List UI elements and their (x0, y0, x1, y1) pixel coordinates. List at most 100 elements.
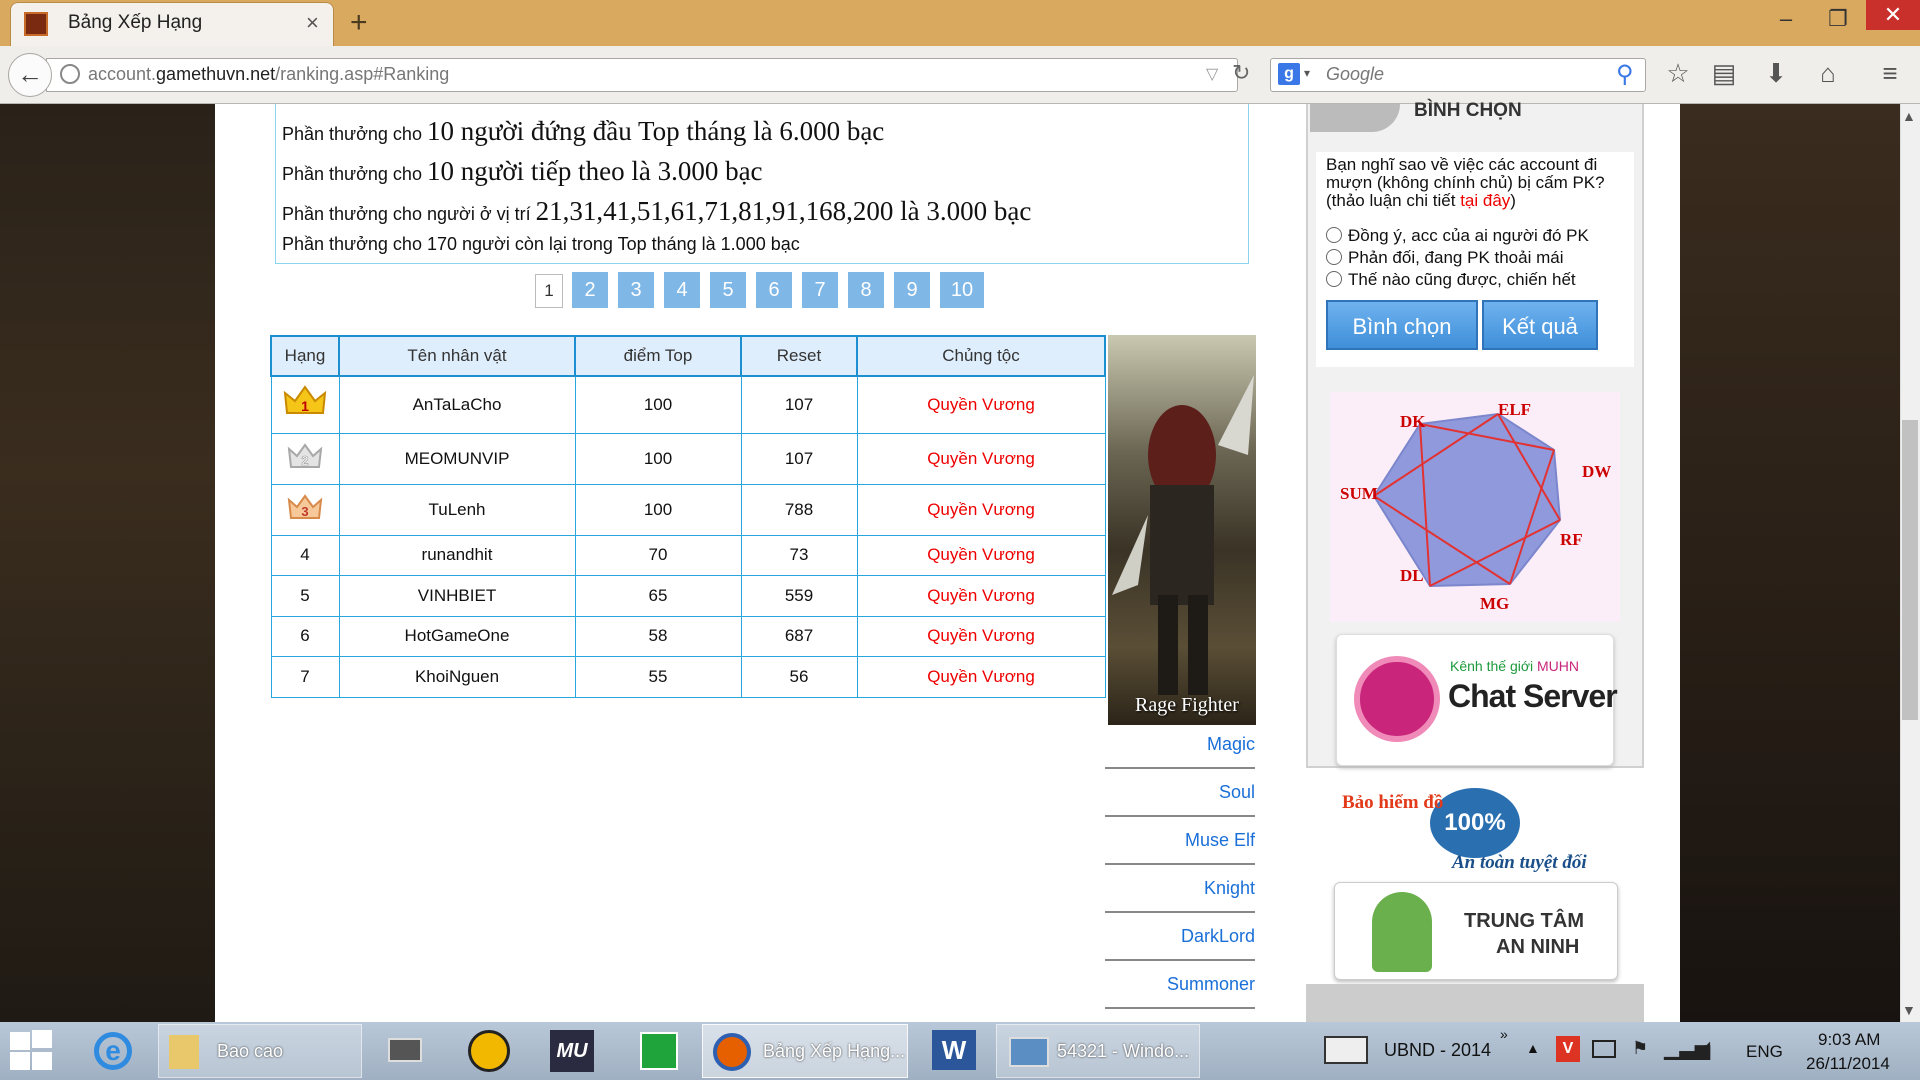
top-points-cell: 65 (574, 574, 742, 617)
bookmarks-list-icon[interactable]: ▤ (1706, 58, 1742, 92)
results-button[interactable]: Kết quả (1482, 300, 1598, 350)
character-name-cell: MEOMUNVIP (338, 432, 576, 485)
class-link-magic[interactable]: Magic (1105, 734, 1255, 769)
poll-option-either[interactable]: Thế nào cũng được, chiến hết (1326, 270, 1576, 290)
radio-button[interactable] (1326, 271, 1342, 287)
race-label: DW (1582, 462, 1612, 481)
page-link-3[interactable]: 3 (618, 272, 654, 308)
toolbar-expand-icon[interactable]: » (1500, 1026, 1508, 1042)
search-icon[interactable]: ⚲ (1616, 60, 1634, 89)
close-window-button[interactable]: ✕ (1866, 0, 1920, 30)
tab-title: Bảng Xếp Hạng (68, 12, 203, 33)
search-engine-dropdown-icon[interactable]: ▾ (1304, 66, 1310, 80)
header-reset: Reset (740, 335, 858, 377)
url-dropdown-icon[interactable]: ▽ (1206, 64, 1218, 84)
page-link-10[interactable]: 10 (940, 272, 984, 308)
close-tab-icon[interactable]: × (306, 10, 319, 36)
taskbar-item-firefox[interactable]: Bảng Xếp Hạng... (702, 1024, 908, 1078)
volume-icon[interactable]: 🔈︎ (1704, 1036, 1716, 1059)
page-link-2[interactable]: 2 (572, 272, 608, 308)
dragon-ornament-icon (1310, 104, 1400, 132)
clock-date[interactable]: 26/11/2014 (1806, 1054, 1890, 1074)
antivirus-icon[interactable]: V (1556, 1036, 1580, 1062)
class-link-darklord[interactable]: DarkLord (1105, 926, 1255, 961)
race-label: SUM (1340, 484, 1378, 503)
svg-text:2: 2 (301, 453, 308, 468)
page-link-6[interactable]: 6 (756, 272, 792, 308)
page-link-1[interactable]: 1 (535, 274, 563, 308)
restore-button[interactable]: ❐ (1812, 4, 1864, 34)
top-points-cell: 55 (574, 655, 742, 698)
poll-option-agree[interactable]: Đồng ý, acc của ai người đó PK (1326, 226, 1589, 246)
reward-line: Phần thưởng cho 10 người tiếp theo là 3.… (282, 156, 763, 186)
svg-text:3: 3 (301, 504, 308, 519)
reset-cell: 559 (740, 574, 858, 617)
page-link-9[interactable]: 9 (894, 272, 930, 308)
top-points-cell: 100 (574, 483, 742, 536)
clock-time[interactable]: 9:03 AM (1818, 1030, 1880, 1050)
action-center-icon[interactable]: ⚑ (1632, 1038, 1648, 1059)
poll-option-disagree[interactable]: Phản đối, đang PK thoải mái (1326, 248, 1563, 268)
new-tab-button[interactable]: + (350, 6, 368, 40)
rank-cell: 1 (270, 375, 340, 434)
table-row: 4 runandhit 70 73 Quyền Vương (270, 534, 1106, 576)
reload-icon[interactable]: ↻ (1232, 60, 1250, 86)
top-points-cell: 58 (574, 615, 742, 657)
table-row: 3 TuLenh 100 788 Quyền Vương (270, 483, 1106, 536)
taskbar-item-window[interactable]: 54321 - Windo... (996, 1024, 1200, 1078)
page-link-4[interactable]: 4 (664, 272, 700, 308)
scroll-down-icon[interactable]: ▼ (1902, 1002, 1916, 1018)
url-text[interactable]: account.gamethuvn.net/ranking.asp#Rankin… (88, 64, 449, 85)
top-points-cell: 70 (574, 534, 742, 576)
class-link-soul[interactable]: Soul (1105, 782, 1255, 817)
top-points-cell: 100 (574, 375, 742, 434)
scroll-up-icon[interactable]: ▲ (1902, 108, 1916, 124)
display-icon[interactable] (1592, 1040, 1616, 1058)
minimize-button[interactable]: – (1760, 4, 1812, 34)
reset-cell: 687 (740, 615, 858, 657)
vote-button[interactable]: Bình chọn (1326, 300, 1478, 350)
windows-store-icon[interactable] (634, 1024, 684, 1078)
game-launcher-icon[interactable] (464, 1024, 514, 1078)
radio-button[interactable] (1326, 227, 1342, 243)
back-button[interactable]: ← (8, 53, 52, 97)
show-hidden-icons[interactable]: ▲ (1526, 1040, 1540, 1056)
reward-line: Phần thưởng cho 10 người đứng đầu Top th… (282, 116, 885, 146)
internet-explorer-icon[interactable]: e (88, 1024, 138, 1078)
home-icon[interactable]: ⌂ (1810, 58, 1846, 92)
race-label: MG (1480, 594, 1510, 613)
rank-cell: 4 (270, 534, 340, 576)
discussion-link[interactable]: tại đây (1460, 191, 1510, 210)
language-indicator[interactable]: ENG (1746, 1042, 1783, 1062)
reset-cell: 788 (740, 483, 858, 536)
header-rank: Hạng (270, 335, 340, 377)
rank-cell: 5 (270, 574, 340, 617)
page-link-5[interactable]: 5 (710, 272, 746, 308)
character-name-cell: runandhit (338, 534, 576, 576)
page-link-7[interactable]: 7 (802, 272, 838, 308)
page-link-8[interactable]: 8 (848, 272, 884, 308)
character-name-cell: AnTaLaCho (338, 375, 576, 434)
ranking-table: Hạng Tên nhân vật điểm Top Reset Chủng t… (270, 335, 1106, 698)
download-icon[interactable]: ⬇ (1758, 58, 1794, 92)
word-icon[interactable]: W (922, 1024, 992, 1078)
race-cell: Quyền Vương (856, 574, 1106, 617)
menu-icon[interactable]: ≡ (1872, 58, 1908, 92)
search-input[interactable]: Google (1326, 64, 1384, 85)
tray-toolbar-label[interactable]: UBND - 2014 (1384, 1040, 1491, 1061)
reset-cell: 107 (740, 375, 858, 434)
top-points-cell: 100 (574, 432, 742, 485)
windows-start-icon[interactable] (8, 1030, 56, 1072)
class-link-knight[interactable]: Knight (1105, 878, 1255, 913)
bookmark-star-icon[interactable]: ☆ (1660, 58, 1696, 92)
class-link-muse-elf[interactable]: Muse Elf (1105, 830, 1255, 865)
radio-button[interactable] (1326, 249, 1342, 265)
mu-game-icon[interactable]: MU (546, 1024, 598, 1078)
network-computer-icon[interactable] (380, 1024, 430, 1078)
google-icon[interactable]: g (1278, 63, 1300, 85)
taskbar-item-bao-cao[interactable]: Bao cao (158, 1024, 362, 1078)
scrollbar-thumb[interactable] (1902, 420, 1918, 720)
rank-cell: 6 (270, 615, 340, 657)
class-link-summoner[interactable]: Summoner (1105, 974, 1255, 1009)
keyboard-icon[interactable] (1324, 1036, 1368, 1064)
